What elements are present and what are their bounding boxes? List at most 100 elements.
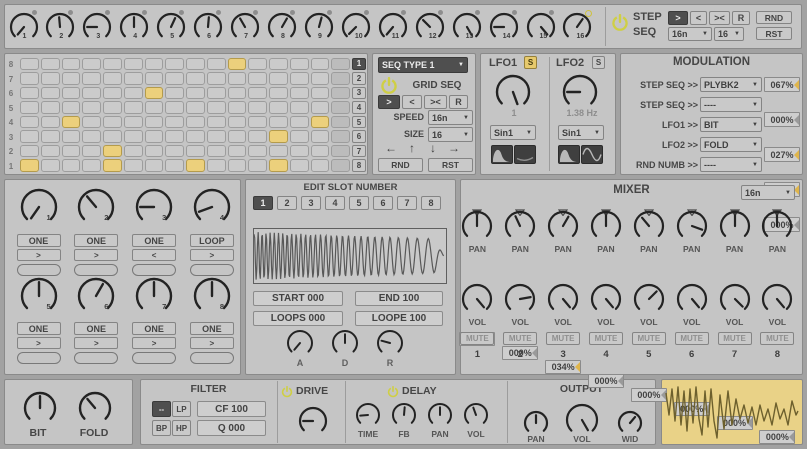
grid-cell-r3-s16[interactable]: [331, 130, 350, 143]
bit-knob[interactable]: [22, 390, 58, 426]
step-seq-dir-4[interactable]: R: [732, 11, 750, 25]
grid-cell-r7-s11[interactable]: [228, 72, 247, 85]
grid-pattern-button-7[interactable]: 7: [352, 145, 366, 158]
grid-cell-r6-s15[interactable]: [311, 87, 330, 100]
grid-cell-r3-s8[interactable]: [165, 130, 184, 143]
grid-cell-r4-s14[interactable]: [290, 116, 309, 129]
mute-button-7[interactable]: MUTE: [718, 332, 752, 345]
grid-cell-r6-s4[interactable]: [82, 87, 101, 100]
grid-cell-r7-s10[interactable]: [207, 72, 226, 85]
grid-cell-r2-s11[interactable]: [228, 145, 247, 158]
grid-cell-r4-s5[interactable]: [103, 116, 122, 129]
slot-mode-button-8[interactable]: ONE: [190, 322, 234, 335]
grid-cell-r1-s11[interactable]: [228, 159, 247, 172]
mixer-vol-knob-7[interactable]: [718, 282, 752, 316]
grid-cell-r6-s12[interactable]: [248, 87, 267, 100]
grid-cell-r7-s15[interactable]: [311, 72, 330, 85]
grid-cell-r7-s6[interactable]: [124, 72, 143, 85]
grid-cell-r5-s5[interactable]: [103, 101, 122, 114]
grid-cell-r2-s2[interactable]: [41, 145, 60, 158]
step-seq-dir-1[interactable]: >: [668, 11, 688, 25]
edit-slot-button-4[interactable]: 4: [325, 196, 345, 210]
grid-seq-rst-button[interactable]: RST: [428, 158, 473, 172]
slot-dir-button-1[interactable]: >: [17, 249, 61, 261]
grid-cell-r3-s13[interactable]: [269, 130, 288, 143]
grid-cell-r6-s8[interactable]: [165, 87, 184, 100]
mixer-pan-knob-4[interactable]: [589, 209, 623, 243]
grid-cell-r5-s4[interactable]: [82, 101, 101, 114]
grid-cell-r8-s6[interactable]: [124, 58, 143, 71]
grid-cell-r5-s6[interactable]: [124, 101, 143, 114]
grid-cell-r1-s7[interactable]: [145, 159, 164, 172]
fold-knob[interactable]: [77, 390, 113, 426]
delay-time-knob[interactable]: [354, 401, 382, 429]
slot-dir-button-4[interactable]: >: [190, 249, 234, 261]
grid-cell-r8-s15[interactable]: [311, 58, 330, 71]
slot-pad-2[interactable]: [74, 264, 118, 276]
grid-seq-rnd-button[interactable]: RND: [378, 158, 423, 172]
pan-amount-3[interactable]: 034%: [545, 360, 581, 374]
grid-cell-r8-s7[interactable]: [145, 58, 164, 71]
grid-seq-dir-1[interactable]: >: [378, 95, 400, 109]
step-seq-rst-button[interactable]: RST: [756, 27, 792, 40]
grid-cell-r3-s14[interactable]: [290, 130, 309, 143]
grid-cell-r5-s10[interactable]: [207, 101, 226, 114]
grid-cell-r3-s6[interactable]: [124, 130, 143, 143]
lfo1-wave-b-thumb[interactable]: [514, 145, 536, 164]
grid-cell-r2-s15[interactable]: [311, 145, 330, 158]
grid-cell-r8-s13[interactable]: [269, 58, 288, 71]
grid-cell-r4-s16[interactable]: [331, 116, 350, 129]
grid-seq-power-button[interactable]: [380, 77, 398, 95]
grid-cell-r6-s14[interactable]: [290, 87, 309, 100]
grid-seq-dir-3[interactable]: ><: [424, 95, 447, 109]
grid-pattern-button-8[interactable]: 8: [352, 159, 366, 172]
grid-cell-r6-s2[interactable]: [41, 87, 60, 100]
slot-pad-8[interactable]: [190, 352, 234, 364]
output-vol-knob[interactable]: [564, 402, 600, 438]
lfo2-sync-button[interactable]: S: [592, 56, 605, 69]
mixer-pan-knob-2[interactable]: [503, 209, 537, 243]
grid-cell-r7-s16[interactable]: [331, 72, 350, 85]
grid-cell-r7-s3[interactable]: [62, 72, 81, 85]
grid-cell-r7-s1[interactable]: [20, 72, 39, 85]
mute-button-3[interactable]: MUTE: [546, 332, 580, 345]
grid-cell-r4-s7[interactable]: [145, 116, 164, 129]
grid-cell-r1-s1[interactable]: [20, 159, 39, 172]
pan-amount-4[interactable]: 000%: [588, 374, 624, 388]
step-seq-rate-select[interactable]: 16n▼: [668, 27, 712, 41]
grid-cell-r4-s9[interactable]: [186, 116, 205, 129]
grid-cell-r6-s7[interactable]: [145, 87, 164, 100]
edit-slot-button-3[interactable]: 3: [301, 196, 321, 210]
edit-slot-button-6[interactable]: 6: [373, 196, 393, 210]
mute-button-8[interactable]: MUTE: [760, 332, 794, 345]
step-seq-power-button[interactable]: [611, 14, 629, 32]
pan-amount-5[interactable]: 000%: [631, 388, 667, 402]
loop-start-field[interactable]: LOOPS 000: [253, 311, 343, 326]
edit-slot-button-2[interactable]: 2: [277, 196, 297, 210]
delay-pan-knob[interactable]: [426, 401, 454, 429]
mute-button-4[interactable]: MUTE: [589, 332, 623, 345]
edit-slot-button-5[interactable]: 5: [349, 196, 369, 210]
grid-cell-r2-s14[interactable]: [290, 145, 309, 158]
grid-seq-dir-2[interactable]: <: [402, 95, 422, 109]
grid-cell-r7-s12[interactable]: [248, 72, 267, 85]
grid-cell-r3-s10[interactable]: [207, 130, 226, 143]
speed-select[interactable]: 16n▼: [428, 110, 473, 125]
output-wid-knob[interactable]: [616, 409, 644, 437]
mod-amount-2[interactable]: 000%: [764, 112, 800, 127]
grid-cell-r2-s7[interactable]: [145, 145, 164, 158]
slot-pad-5[interactable]: [17, 352, 61, 364]
grid-cell-r4-s8[interactable]: [165, 116, 184, 129]
resonance-field[interactable]: Q 000: [197, 420, 266, 436]
grid-cell-r4-s6[interactable]: [124, 116, 143, 129]
grid-cell-r7-s14[interactable]: [290, 72, 309, 85]
slot-pad-7[interactable]: [132, 352, 176, 364]
delay-fb-knob[interactable]: [390, 401, 418, 429]
env-attack-knob[interactable]: [285, 328, 315, 358]
mute-button-1[interactable]: MUTE: [460, 332, 494, 345]
slot-mode-button-3[interactable]: ONE: [132, 234, 176, 247]
lfo1-knob[interactable]: [494, 73, 532, 111]
grid-cell-r1-s8[interactable]: [165, 159, 184, 172]
grid-seq-dir-4[interactable]: R: [449, 95, 468, 109]
seq-type-select[interactable]: SEQ TYPE 1▼: [378, 57, 468, 73]
